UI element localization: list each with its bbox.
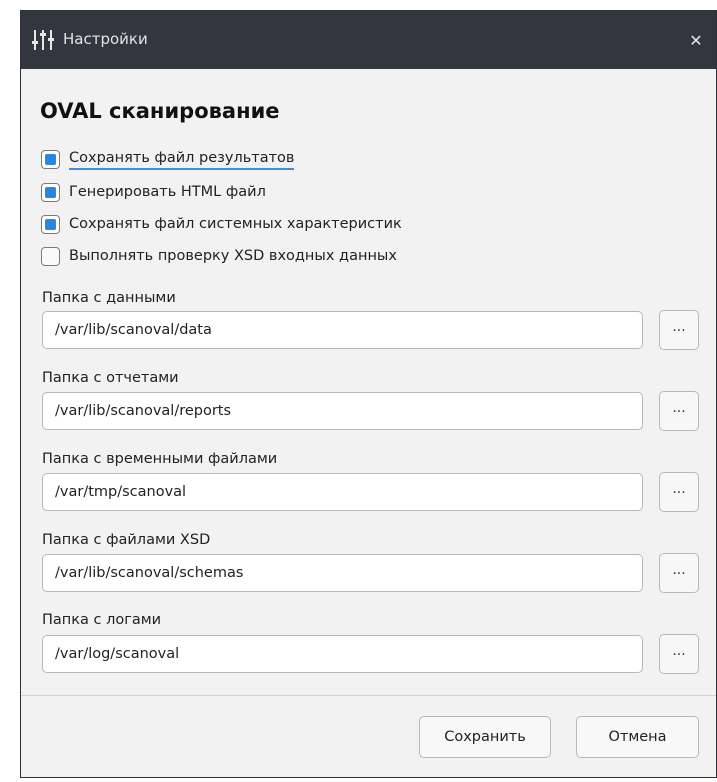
xsd-validation-checkbox[interactable]: Выполнять проверку XSD входных данных [41, 243, 397, 269]
close-button[interactable]: ✕ [676, 11, 716, 69]
section-title: OVAL сканирование [40, 99, 280, 123]
logs-folder-label: Папка с логами [42, 612, 162, 628]
checkbox-label: Сохранять файл системных характеристик [69, 216, 402, 232]
xsd-folder-browse-button[interactable]: ... [659, 553, 699, 593]
data-folder-browse-button[interactable]: ... [659, 310, 699, 350]
settings-dialog: Настройки ✕ OVAL сканирование Сохранять … [20, 10, 717, 778]
generate-html-checkbox[interactable]: Генерировать HTML файл [41, 179, 266, 205]
cancel-button[interactable]: Отмена [576, 716, 699, 758]
checkbox-box[interactable] [41, 149, 60, 169]
dialog-footer: Сохранить Отмена [21, 695, 716, 777]
logs-folder-browse-button[interactable]: ... [659, 634, 699, 674]
save-system-characteristics-checkbox[interactable]: Сохранять файл системных характеристик [41, 211, 402, 237]
checkbox-box[interactable] [41, 182, 60, 202]
reports-folder-browse-button[interactable]: ... [659, 391, 699, 431]
xsd-folder-input[interactable] [42, 554, 643, 592]
checkbox-label: Генерировать HTML файл [69, 184, 266, 200]
reports-folder-input[interactable] [42, 392, 643, 430]
temp-folder-browse-button[interactable]: ... [659, 472, 699, 512]
checkbox-box[interactable] [41, 214, 60, 234]
window-title: Настройки [63, 30, 148, 48]
title-bar: Настройки ✕ [21, 11, 716, 69]
checkbox-label: Сохранять файл результатов [69, 148, 295, 170]
save-button[interactable]: Сохранить [419, 716, 551, 758]
reports-folder-label: Папка с отчетами [42, 370, 179, 386]
logs-folder-input[interactable] [42, 635, 643, 673]
data-folder-input[interactable] [42, 311, 643, 349]
sliders-icon [31, 28, 55, 52]
checkbox-label: Выполнять проверку XSD входных данных [69, 248, 397, 264]
save-results-checkbox[interactable]: Сохранять файл результатов [41, 146, 295, 172]
xsd-folder-label: Папка с файлами XSD [42, 532, 211, 548]
data-folder-label: Папка с данными [42, 290, 176, 306]
checkbox-box[interactable] [41, 246, 60, 266]
close-icon: ✕ [689, 30, 703, 50]
temp-folder-label: Папка с временными файлами [42, 451, 278, 467]
temp-folder-input[interactable] [42, 473, 643, 511]
